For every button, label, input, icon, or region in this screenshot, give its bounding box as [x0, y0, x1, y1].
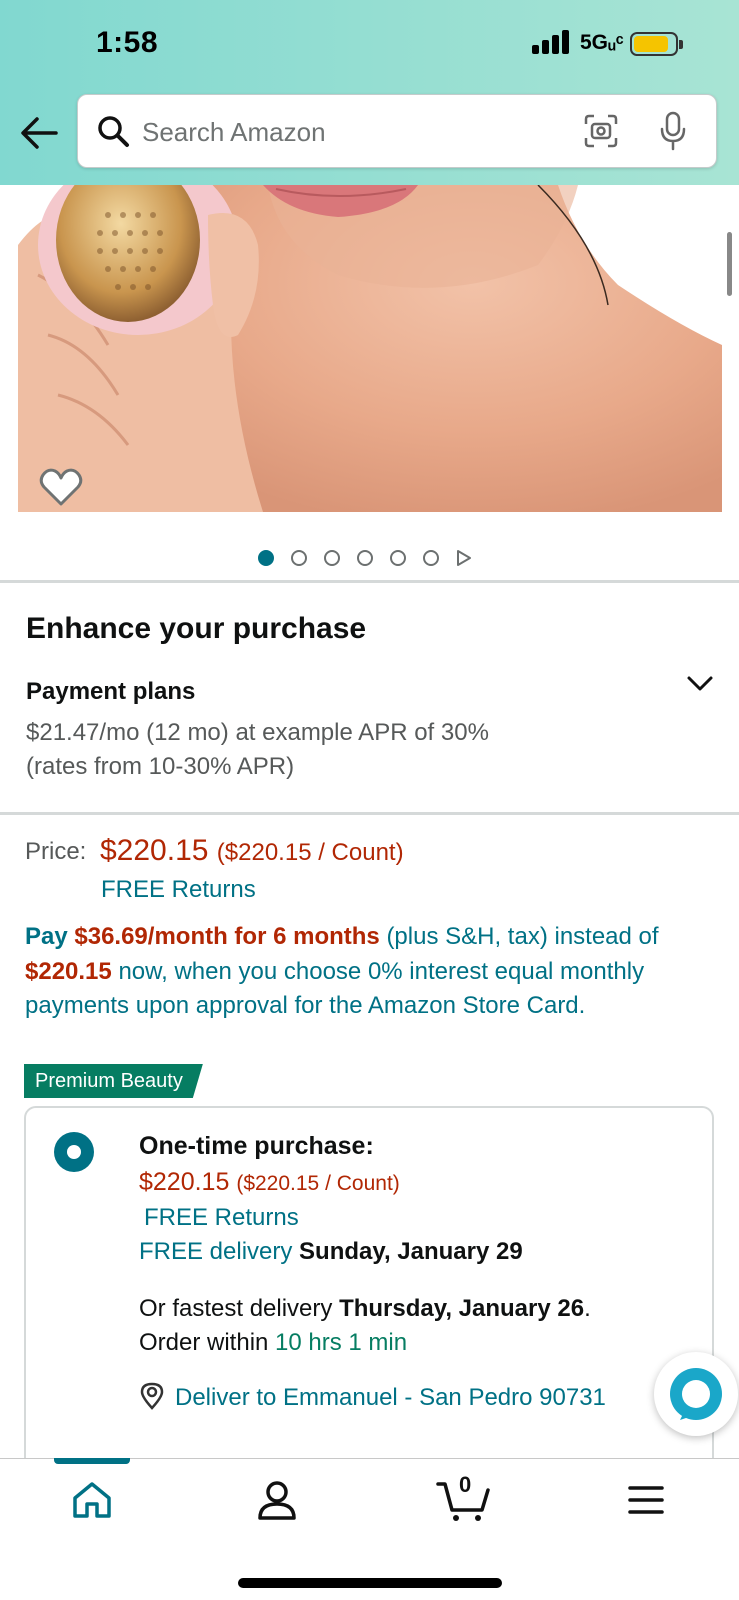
store-card-promo[interactable]: Pay $36.69/month for 6 months (plus S&H,…	[25, 920, 705, 1024]
back-arrow-icon[interactable]	[20, 116, 58, 150]
promo-monthly: $36.69/month for 6 months	[74, 923, 380, 950]
network-type: 5Gᵤᶜ	[580, 31, 624, 54]
chevron-down-icon[interactable]	[686, 674, 714, 694]
promo-text: (plus S&H, tax) instead of	[386, 923, 659, 950]
deliver-to-link[interactable]: Deliver to Emmanuel - San Pedro 90731	[139, 1382, 606, 1412]
search-input[interactable]	[142, 113, 562, 151]
scroll-indicator[interactable]	[727, 232, 732, 296]
carousel-dot[interactable]	[258, 550, 274, 566]
delivery-date: Sunday, January 29	[299, 1238, 523, 1265]
price-value: $220.15 ($220.15 / Count)	[100, 834, 404, 868]
cellular-signal-icon	[532, 30, 572, 54]
fastest-delivery-info: Or fastest delivery Thursday, January 26…	[139, 1292, 591, 1360]
section-title: Enhance your purchase	[26, 612, 367, 645]
carousel-dot[interactable]	[357, 550, 373, 566]
camera-scan-icon[interactable]	[583, 113, 619, 149]
microphone-icon[interactable]	[658, 111, 688, 151]
chat-bubble-icon	[670, 1368, 722, 1420]
deliver-to-text: Deliver to Emmanuel - San Pedro 90731	[175, 1384, 606, 1411]
home-indicator	[238, 1578, 502, 1588]
battery-icon	[630, 32, 683, 56]
heart-icon[interactable]	[38, 466, 84, 508]
search-bar[interactable]	[77, 94, 717, 168]
price-per-unit: ($220.15 / Count)	[216, 839, 404, 866]
home-icon[interactable]	[70, 1478, 114, 1522]
payment-plan-range: (rates from 10-30% APR)	[26, 753, 295, 780]
one-time-price-amount: $220.15	[139, 1168, 230, 1196]
carousel-dot[interactable]	[291, 550, 307, 566]
account-icon[interactable]	[255, 1478, 299, 1522]
one-time-price: $220.15 ($220.15 / Count)	[139, 1168, 400, 1197]
fastest-date: Thursday, January 26	[339, 1295, 585, 1322]
cart-count: 0	[459, 1472, 472, 1497]
free-returns-link[interactable]: FREE Returns	[144, 1204, 299, 1232]
active-tab-indicator	[54, 1458, 130, 1464]
one-time-purchase-radio[interactable]	[54, 1132, 94, 1172]
free-returns-link[interactable]: FREE Returns	[101, 876, 256, 904]
promo-full-price: $220.15	[25, 957, 112, 985]
price-label: Price:	[25, 838, 87, 865]
chat-assistant-button[interactable]	[654, 1352, 738, 1436]
carousel-dot[interactable]	[390, 550, 406, 566]
free-delivery-info: FREE delivery Sunday, January 29	[139, 1238, 523, 1266]
product-image[interactable]	[18, 185, 722, 512]
video-play-icon[interactable]	[456, 549, 472, 567]
carousel-dot[interactable]	[423, 550, 439, 566]
one-time-purchase-title: One-time purchase:	[139, 1132, 374, 1160]
fastest-period: .	[584, 1295, 591, 1322]
location-pin-icon	[140, 1382, 164, 1410]
image-carousel-dots[interactable]	[258, 548, 472, 568]
product-photo	[18, 185, 722, 512]
cart-button[interactable]: 0	[436, 1472, 492, 1522]
free-delivery-label[interactable]: FREE delivery	[139, 1238, 292, 1265]
one-time-price-per-unit: ($220.15 / Count)	[236, 1172, 400, 1195]
menu-icon[interactable]	[624, 1478, 668, 1522]
section-divider	[0, 580, 739, 583]
premium-beauty-badge: Premium Beauty	[24, 1064, 203, 1098]
section-divider	[0, 812, 739, 815]
payment-plan-rate: $21.47/mo (12 mo) at example APR of 30%	[26, 719, 489, 746]
order-countdown: 10 hrs 1 min	[275, 1329, 408, 1356]
carousel-dot[interactable]	[324, 550, 340, 566]
status-time: 1:58	[96, 26, 159, 59]
promo-text: now, when you choose 0% interest equal m…	[25, 957, 645, 1020]
promo-pay-word: Pay	[25, 923, 68, 950]
app-header: 1:58 5Gᵤᶜ	[0, 0, 739, 185]
search-icon	[98, 116, 129, 147]
fastest-prefix: Or fastest delivery	[139, 1295, 333, 1322]
payment-plans-title[interactable]: Payment plans	[26, 678, 195, 706]
price-amount: $220.15	[100, 834, 209, 867]
order-within-label: Order within	[139, 1329, 269, 1356]
